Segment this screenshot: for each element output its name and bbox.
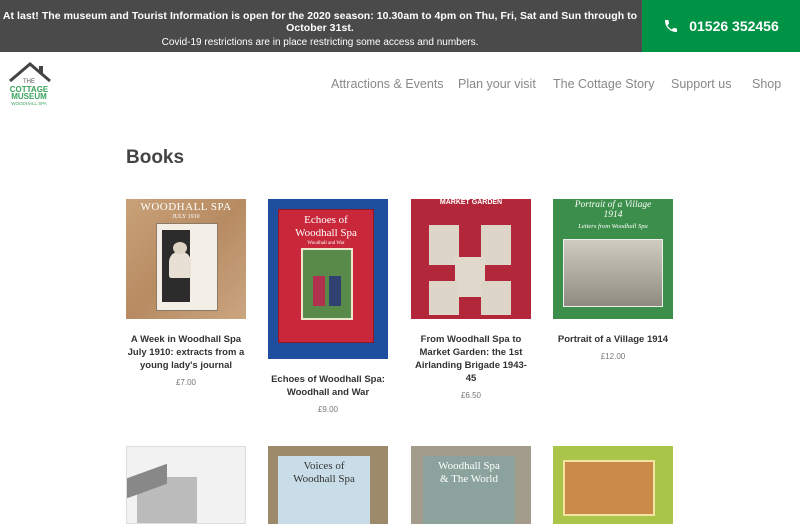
cover-title-line-2: & The World	[440, 473, 498, 485]
product-title[interactable]: From Woodhall Spa to Market Garden: the …	[411, 333, 531, 385]
announcement-line-1: At last! The museum and Tourist Informat…	[2, 10, 638, 34]
cover-title-line-2: Woodhall Spa	[293, 473, 355, 485]
product-title[interactable]: A Week in Woodhall Spa July 1910: extrac…	[126, 333, 246, 372]
cover-photo	[156, 223, 218, 311]
product-image[interactable]: MARKET GARDEN	[411, 199, 531, 319]
product-image[interactable]: WOODHALL SPA JULY 1910	[126, 199, 246, 319]
product-card[interactable]	[553, 446, 673, 524]
product-image[interactable]: Portrait of a Village 1914 Letters from …	[553, 199, 673, 319]
phone-icon	[665, 20, 678, 32]
cover-title-line-2: 1914	[603, 210, 623, 220]
nav-item-support-us[interactable]: Support us	[671, 77, 731, 91]
product-card[interactable]: Voices of Woodhall Spa	[268, 446, 388, 524]
product-card[interactable]	[126, 446, 246, 524]
nav-item-shop[interactable]: Shop	[752, 77, 781, 91]
book-cover: Echoes of Woodhall Spa Woodhall and War	[278, 209, 374, 343]
announcement-bar: At last! The museum and Tourist Informat…	[0, 0, 800, 52]
product-title[interactable]: Echoes of Woodhall Spa: Woodhall and War	[268, 373, 388, 399]
nav-item-attractions-events[interactable]: Attractions & Events	[331, 77, 444, 91]
cover-title-line-1: Portrait of a Village	[574, 200, 652, 210]
product-price: £9.00	[317, 405, 339, 414]
phone-link[interactable]: 01526 352456	[642, 0, 800, 52]
product-card[interactable]: Woodhall Spa & The World	[411, 446, 531, 524]
main-nav: Attractions & Events Plan your visit The…	[0, 77, 800, 93]
product-card[interactable]: WOODHALL SPA JULY 1910 A Week in Woodhal…	[126, 199, 246, 387]
cover-title: MARKET GARDEN	[439, 199, 503, 206]
product-image[interactable]	[553, 446, 673, 524]
product-price: £6.50	[460, 391, 482, 400]
cover-title-line-2: Woodhall Spa	[295, 227, 357, 239]
product-title[interactable]: Portrait of a Village 1914	[553, 333, 673, 346]
page-title: Books	[126, 147, 185, 168]
product-image[interactable]: Voices of Woodhall Spa	[268, 446, 388, 524]
announcement-line-2: Covid-19 restrictions are in place restr…	[161, 37, 479, 48]
cover-title-line-1: Echoes of	[304, 214, 348, 226]
product-card[interactable]: Echoes of Woodhall Spa Woodhall and War …	[268, 199, 388, 414]
phone-number: 01526 352456	[689, 18, 779, 34]
announcement-message: At last! The museum and Tourist Informat…	[0, 0, 640, 52]
product-image[interactable]	[126, 446, 246, 524]
logo-line-3: MUSEUM	[11, 92, 47, 101]
nav-item-cottage-story[interactable]: The Cottage Story	[553, 77, 654, 91]
product-image[interactable]: Echoes of Woodhall Spa Woodhall and War	[268, 199, 388, 359]
product-image[interactable]: Woodhall Spa & The World	[411, 446, 531, 524]
cover-title: WOODHALL SPA	[140, 201, 232, 213]
cover-subtitle: Woodhall and War	[307, 241, 345, 246]
cover-title-line-1: Voices of	[303, 460, 345, 472]
product-price: £7.00	[175, 378, 197, 387]
cover-subtitle: JULY 1910	[172, 214, 200, 220]
product-price: £12.00	[600, 352, 626, 361]
product-card[interactable]: Portrait of a Village 1914 Letters from …	[553, 199, 673, 361]
logo-line-4: WOODHALL SPA	[11, 101, 47, 106]
cover-title-line-1: Woodhall Spa	[438, 460, 500, 472]
cover-subtitle: Letters from Woodhall Spa	[578, 223, 648, 230]
product-card[interactable]: MARKET GARDEN From Woodhall Spa to Marke…	[411, 199, 531, 400]
nav-item-plan-your-visit[interactable]: Plan your visit	[458, 77, 536, 91]
